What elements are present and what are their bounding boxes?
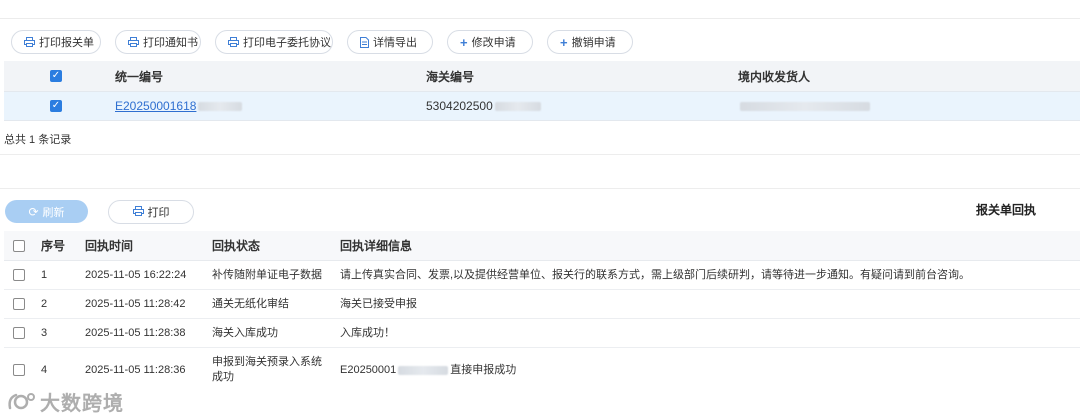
redacted-block: [198, 101, 243, 111]
print-e-agreement-button[interactable]: 打印电子委托协议: [215, 30, 333, 54]
redacted-block: [740, 101, 870, 111]
seq-cell: 1: [41, 268, 48, 281]
action-toolbar: 打印报关单 打印通知书 打印电子委托协议 详情导出 + 修改申请 + 撤销申请: [11, 30, 633, 54]
detail-cell: 入库成功！: [340, 326, 395, 339]
checkbox-box: [13, 364, 25, 376]
receipt-table-header: 序号 回执时间 回执状态 回执详细信息: [4, 231, 1080, 261]
print-notice-label: 打印通知书: [143, 37, 198, 49]
top-divider: [0, 18, 1080, 19]
status-cell: 申报到海关预录入系统成功: [212, 356, 322, 383]
checkbox-box: [13, 239, 25, 252]
seq-cell: 2: [41, 297, 48, 310]
plus-icon: +: [560, 34, 568, 50]
print-notice-button[interactable]: 打印通知书: [115, 30, 201, 54]
detail-prefix: E20250001: [340, 363, 397, 376]
time-cell: 2025-11-05 11:28:36: [85, 363, 186, 376]
print-declaration-label: 打印报关单: [39, 37, 94, 49]
detail-cell: E20250001 直接申报成功: [340, 348, 516, 392]
refresh-label: 刷新: [42, 206, 65, 219]
unified-no-cell: E20250001618: [115, 92, 243, 120]
watermark: 大数跨境: [6, 387, 124, 416]
row-checkbox[interactable]: [13, 348, 25, 392]
print-e-agreement-label: 打印电子委托协议: [243, 37, 331, 49]
customs-no-cell: 5304202500: [426, 92, 541, 120]
select-all-checkbox[interactable]: ✓: [50, 61, 62, 91]
export-details-button[interactable]: 详情导出: [347, 30, 433, 54]
printer-icon: [128, 37, 139, 47]
watermark-text: 大数跨境: [40, 393, 124, 415]
cancel-request-button[interactable]: + 撤销申请: [547, 30, 633, 54]
table-row[interactable]: 2 2025-11-05 11:28:42 通关无纸化审结 海关已接受申报: [4, 290, 1080, 319]
refresh-button[interactable]: ⟳ 刷新: [5, 200, 88, 223]
watermark-logo-icon: [8, 392, 35, 409]
seq-cell: 3: [41, 326, 48, 339]
detail-suffix: 直接申报成功: [450, 363, 517, 376]
declaration-table-header: ✓ 统一编号 海关编号 境内收发货人: [4, 61, 1080, 91]
table-row[interactable]: 4 2025-11-05 11:28:36 申报到海关预录入系统成功 E2025…: [4, 348, 1080, 392]
row-checkbox[interactable]: [13, 290, 25, 318]
section-divider: [0, 188, 1080, 189]
row-checkbox[interactable]: [13, 261, 25, 289]
checkbox-box: [13, 327, 25, 339]
record-count: 总共 1 条记录: [4, 134, 72, 146]
customs-no-text: 5304202500: [426, 99, 493, 113]
header-receipt-detail: 回执详细信息: [340, 239, 413, 253]
select-all-checkbox[interactable]: [13, 231, 25, 260]
seq-cell: 4: [41, 363, 48, 376]
time-cell: 2025-11-05 11:28:38: [85, 326, 186, 339]
detail-cell: 请上传真实合同、发票,以及提供经营单位、报关行的联系方式，需上级部门后续研判，请…: [340, 268, 971, 281]
time-cell: 2025-11-05 11:28:42: [85, 297, 186, 310]
modify-request-button[interactable]: + 修改申请: [447, 30, 533, 54]
detail-cell: 海关已接受申报: [340, 297, 417, 310]
cancel-request-label: 撤销申请: [571, 37, 616, 49]
receipt-table: 序号 回执时间 回执状态 回执详细信息 1 2025-11-05 16:22:2…: [4, 231, 1080, 392]
receipt-panel-title: 报关单回执: [976, 203, 1037, 217]
print-declaration-button[interactable]: 打印报关单: [11, 30, 101, 54]
row-checkbox[interactable]: ✓: [50, 92, 62, 120]
print-button[interactable]: 打印: [108, 200, 194, 224]
declaration-table: ✓ 统一编号 海关编号 境内收发货人 ✓ E20250001618 530420…: [4, 61, 1080, 121]
header-seq: 序号: [41, 239, 66, 253]
header-customs-no: 海关编号: [426, 69, 475, 84]
checkbox-box: [13, 269, 25, 281]
header-unified-no: 统一编号: [115, 69, 164, 84]
unified-no-link[interactable]: E20250001618: [115, 99, 196, 113]
table-row[interactable]: ✓ E20250001618 5304202500: [4, 91, 1080, 121]
printer-icon: [132, 205, 144, 219]
status-cell: 通关无纸化审结: [212, 297, 289, 310]
header-receipt-time: 回执时间: [85, 239, 134, 253]
print-label: 打印: [147, 207, 170, 219]
printer-icon: [228, 37, 239, 47]
checkbox-box: [13, 298, 25, 310]
header-receipt-status: 回执状态: [212, 239, 261, 253]
redacted-block: [494, 101, 541, 111]
redacted-block: [398, 365, 449, 375]
status-cell: 补传随附单证电子数据: [212, 268, 322, 281]
checkmark-icon: ✓: [50, 70, 62, 82]
checkmark-icon: ✓: [50, 100, 62, 112]
refresh-icon: ⟳: [28, 204, 39, 219]
consignee-cell: [738, 92, 870, 120]
time-cell: 2025-11-05 16:22:24: [85, 268, 187, 281]
document-icon: [360, 36, 369, 48]
export-details-label: 详情导出: [373, 37, 417, 49]
section-divider: [0, 154, 1080, 155]
table-row[interactable]: 3 2025-11-05 11:28:38 海关入库成功 入库成功！: [4, 319, 1080, 348]
printer-icon: [24, 37, 35, 47]
status-cell: 海关入库成功: [212, 326, 278, 339]
row-checkbox[interactable]: [13, 319, 25, 347]
modify-request-label: 修改申请: [471, 37, 516, 49]
plus-icon: +: [460, 34, 468, 50]
header-consignee: 境内收发货人: [738, 69, 811, 84]
table-row[interactable]: 1 2025-11-05 16:22:24 补传随附单证电子数据 请上传真实合同…: [4, 261, 1080, 290]
